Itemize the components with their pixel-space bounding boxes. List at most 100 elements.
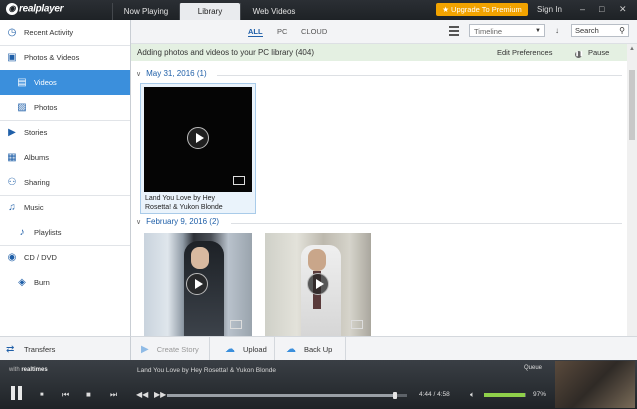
sidebar-item-burn[interactable]: ◈ Burn: [0, 270, 130, 295]
face-shape: [191, 247, 209, 269]
filter-pc[interactable]: PC: [277, 27, 287, 36]
sidebar-item-label: Albums: [24, 153, 50, 162]
video-caption: Land You Love by Hey Rosetta! & Yukon Bl…: [145, 194, 251, 212]
video-thumbnail[interactable]: [144, 233, 252, 336]
upload-button[interactable]: ☁ Upload: [211, 337, 275, 361]
search-icon[interactable]: ⚲: [619, 25, 625, 37]
sidebar-item-label: Music: [24, 203, 44, 212]
sidebar-item-stories[interactable]: ▶ Stories: [0, 120, 136, 145]
sidebar-item-videos[interactable]: ▤ Videos: [0, 70, 130, 95]
import-notice: Adding photos and videos to your PC libr…: [131, 44, 627, 61]
create-story-button[interactable]: ▶ Create Story: [131, 337, 210, 361]
sidebar-item-label: Sharing: [24, 178, 50, 187]
seek-bar[interactable]: [167, 392, 407, 399]
player-bar: with realtimes Land You Love by Hey Rose…: [0, 360, 637, 409]
tab-library[interactable]: Library: [179, 3, 240, 20]
sidebar-item-sharing[interactable]: ⚇ Sharing: [0, 170, 136, 195]
main-tabs: Now Playing Library Web Videos: [112, 3, 307, 20]
view-select[interactable]: Timeline ▼: [469, 24, 545, 37]
video-type-icon: [230, 320, 242, 329]
date-group-header[interactable]: ∨ May 31, 2016 (1): [136, 69, 207, 78]
sidebar-item-photos-videos[interactable]: ▣ Photos & Videos: [0, 45, 136, 70]
video-thumbnail[interactable]: [144, 87, 252, 192]
volume-icon[interactable]: 🔈︎: [470, 390, 475, 400]
star-icon: ★: [442, 5, 452, 14]
group-divider: [231, 223, 622, 224]
sidebar-item-cd-dvd[interactable]: ◉ CD / DVD: [0, 245, 136, 270]
group-divider: [217, 75, 622, 76]
scrollbar-thumb[interactable]: [629, 70, 635, 140]
photo-icon: ▨: [17, 102, 27, 113]
stop-button[interactable]: ■: [86, 390, 91, 400]
chevron-down-icon: ∨: [136, 218, 142, 226]
sidebar-item-music[interactable]: ♫ Music: [0, 195, 136, 220]
sidebar-item-recent-activity[interactable]: ◷ Recent Activity: [0, 20, 136, 45]
maximize-icon[interactable]: □: [599, 4, 604, 15]
video-type-icon: [233, 176, 245, 185]
filter-all[interactable]: ALL: [248, 27, 263, 37]
back-up-button[interactable]: ☁ Back Up: [276, 337, 346, 361]
play-icon[interactable]: [307, 273, 329, 295]
video-card[interactable]: [144, 233, 252, 336]
vertical-scrollbar[interactable]: ▲: [627, 44, 637, 336]
edit-preferences-link[interactable]: Edit Preferences: [497, 44, 552, 61]
play-icon[interactable]: [187, 127, 209, 149]
transfers-button[interactable]: ⇄ Transfers: [0, 336, 131, 361]
volume-slider[interactable]: [484, 393, 526, 397]
date-group-header[interactable]: ∨ February 9, 2016 (2): [136, 217, 219, 226]
video-type-icon: [351, 320, 363, 329]
sidebar-item-label: Photos: [34, 103, 58, 112]
caption-line: Rosetta! & Yukon Blonde: [145, 204, 223, 211]
media-icon: ▣: [7, 52, 17, 63]
with-label: with: [9, 367, 20, 373]
tab-web-videos[interactable]: Web Videos: [240, 3, 307, 20]
close-icon[interactable]: ✕: [619, 4, 627, 15]
volume-percent: 97%: [533, 391, 547, 398]
chevron-down-icon: ▼: [535, 28, 541, 34]
scroll-up-icon[interactable]: ▲: [629, 46, 635, 52]
sort-arrow-icon[interactable]: ↓: [555, 26, 559, 35]
video-card[interactable]: [265, 233, 371, 336]
previous-icon[interactable]: ⏮: [62, 390, 69, 400]
albums-icon: ▦: [7, 152, 17, 163]
sidebar-item-label: Videos: [34, 78, 57, 87]
stop-icon[interactable]: ■: [40, 390, 44, 400]
fast-forward-icon[interactable]: ▶▶: [154, 390, 166, 400]
sidebar-item-playlists[interactable]: ♪ Playlists: [0, 220, 130, 245]
tab-now-playing[interactable]: Now Playing: [112, 3, 179, 20]
burn-icon: ◈: [18, 277, 26, 288]
stories-icon: ▶: [141, 343, 149, 355]
next-icon[interactable]: ⏭: [110, 390, 117, 400]
upgrade-button[interactable]: ★ Upgrade To Premium: [436, 3, 528, 16]
notice-text: Adding photos and videos to your PC libr…: [137, 48, 314, 57]
filter-cloud[interactable]: CLOUD: [301, 27, 327, 36]
view-select-value: Timeline: [474, 27, 503, 36]
sidebar-item-label: Burn: [34, 278, 50, 287]
play-icon[interactable]: [186, 273, 208, 295]
pause-button[interactable]: [10, 386, 24, 400]
sign-in-link[interactable]: Sign In: [537, 3, 562, 16]
face-shape: [308, 249, 326, 271]
create-story-label: Create Story: [156, 344, 199, 354]
sidebar-item-label: Recent Activity: [24, 28, 74, 37]
queue-thumbnail[interactable]: [555, 361, 635, 408]
realplayer-logo: ◉ realplayer: [6, 3, 64, 15]
upload-label: Upload: [243, 344, 267, 354]
sidebar-item-photos[interactable]: ▨ Photos: [0, 95, 130, 120]
seek-handle[interactable]: [393, 392, 397, 399]
upgrade-label: Upgrade To Premium: [451, 5, 522, 14]
music-note-icon: ♫: [8, 202, 16, 213]
pause-import-button[interactable]: ❚❚ Pause: [575, 44, 609, 61]
list-view-icon[interactable]: [449, 26, 459, 36]
sidebar-item-albums[interactable]: ▦ Albums: [0, 145, 136, 170]
transfer-arrows-icon: ⇄: [6, 343, 15, 355]
chevron-down-icon: ∨: [136, 70, 142, 78]
search-input[interactable]: Search ⚲: [571, 24, 629, 37]
video-thumbnail[interactable]: [265, 233, 371, 336]
rewind-icon[interactable]: ◀◀: [136, 390, 148, 400]
minimize-icon[interactable]: –: [580, 4, 585, 15]
film-icon: ▤: [17, 77, 27, 88]
queue-label[interactable]: Queue: [524, 365, 542, 371]
library-content: ∨ May 31, 2016 (1) Land You Love by Hey R…: [131, 61, 627, 336]
video-card[interactable]: Land You Love by Hey Rosetta! & Yukon Bl…: [140, 83, 256, 214]
